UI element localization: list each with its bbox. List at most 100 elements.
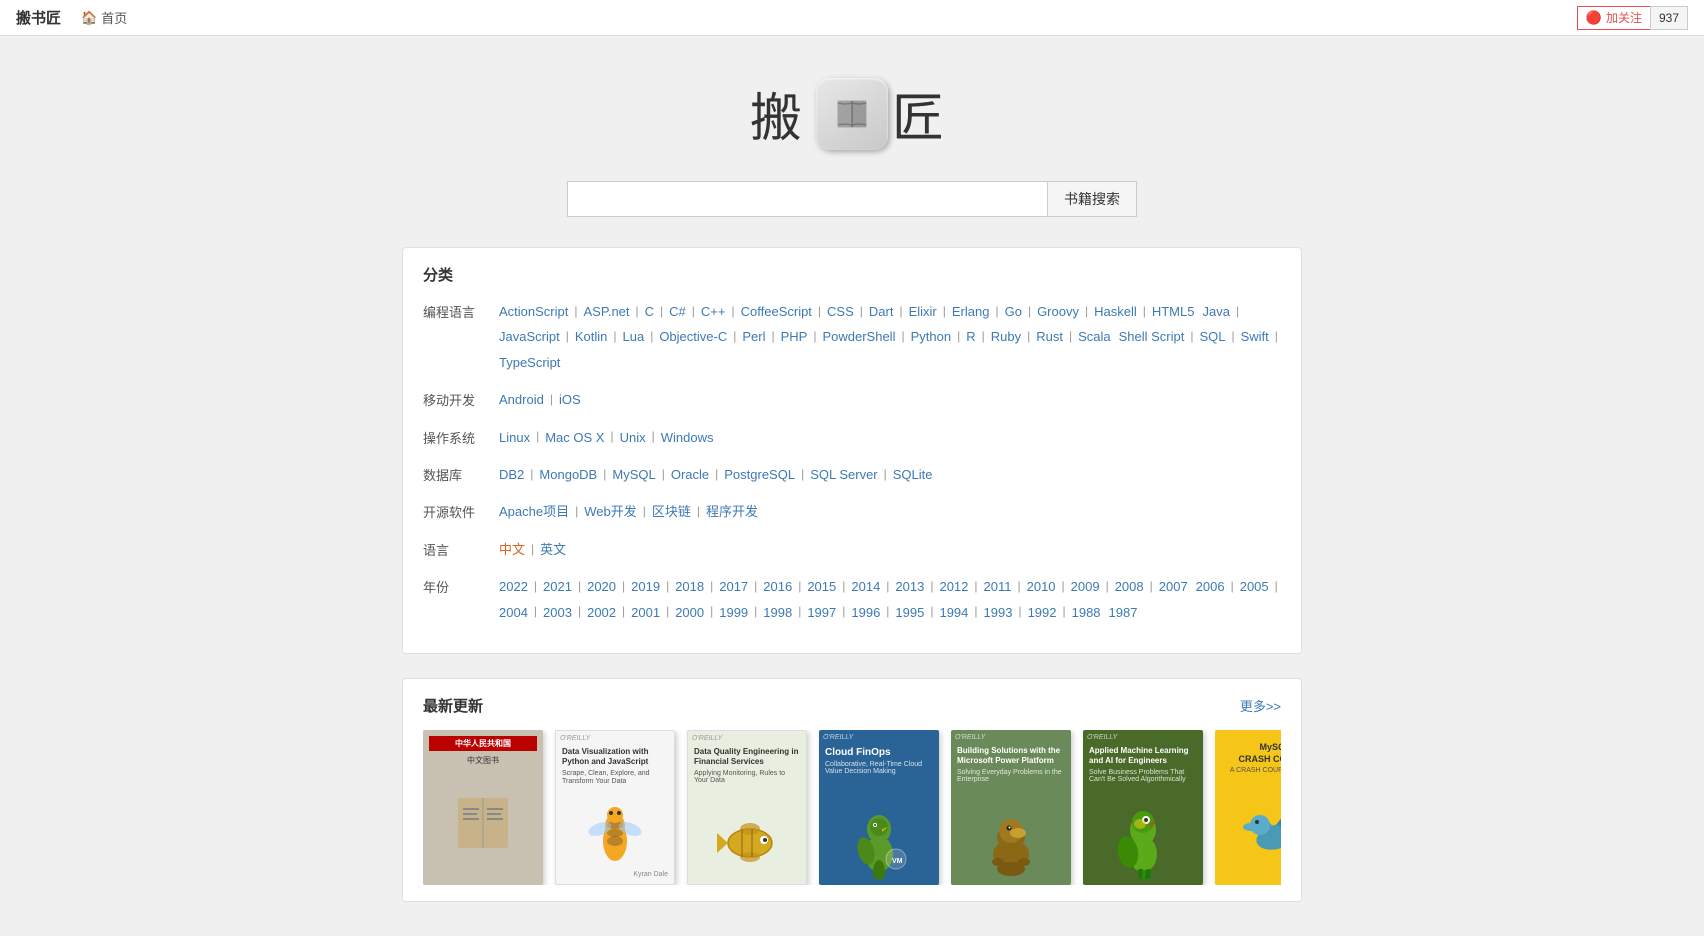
cat-link-1996[interactable]: 1996 [847, 600, 884, 625]
cat-link-ios[interactable]: iOS [555, 387, 585, 412]
cat-link-2007[interactable]: 2007 [1155, 574, 1192, 599]
cat-link-cpp[interactable]: C++ [697, 299, 730, 324]
cat-link-2022[interactable]: 2022 [495, 574, 532, 599]
cat-link-1988[interactable]: 1988 [1068, 600, 1105, 625]
cat-link-2018[interactable]: 2018 [671, 574, 708, 599]
cat-link-2010[interactable]: 2010 [1023, 574, 1060, 599]
top-navigation: 搬书匠 🏠 首页 🔴 加关注 937 [0, 0, 1704, 36]
follow-button[interactable]: 🔴 加关注 [1577, 6, 1650, 30]
cat-link-2017[interactable]: 2017 [715, 574, 752, 599]
cat-link-1997[interactable]: 1997 [803, 600, 840, 625]
book-card-2[interactable]: O'REILLY Data Visualization with Python … [555, 730, 675, 885]
cat-link-db2[interactable]: DB2 [495, 462, 528, 487]
cat-link-html5[interactable]: HTML5 [1148, 299, 1199, 324]
cat-link-macosx[interactable]: Mac OS X [541, 425, 608, 450]
cat-link-lua[interactable]: Lua [618, 324, 648, 349]
cat-link-swift[interactable]: Swift [1237, 324, 1273, 349]
cat-link-2019[interactable]: 2019 [627, 574, 664, 599]
cat-link-2000[interactable]: 2000 [671, 600, 708, 625]
cat-link-2002[interactable]: 2002 [583, 600, 620, 625]
book-card-5[interactable]: O'REILLY Building Solutions with the Mic… [951, 730, 1071, 885]
cat-link-1994[interactable]: 1994 [935, 600, 972, 625]
cat-link-groovy[interactable]: Groovy [1033, 299, 1083, 324]
cat-link-python[interactable]: Python [907, 324, 955, 349]
cat-link-oracle[interactable]: Oracle [667, 462, 713, 487]
cat-link-2016[interactable]: 2016 [759, 574, 796, 599]
oreilly-badge-4: O'REILLY [823, 734, 853, 741]
cat-link-java[interactable]: Java [1198, 299, 1233, 324]
nav-home-link[interactable]: 🏠 首页 [81, 8, 127, 27]
cat-link-2021[interactable]: 2021 [539, 574, 576, 599]
cat-link-typescript[interactable]: TypeScript [495, 350, 564, 375]
cat-link-2006[interactable]: 2006 [1192, 574, 1229, 599]
cat-link-go[interactable]: Go [1001, 299, 1026, 324]
cat-link-haskell[interactable]: Haskell [1090, 299, 1141, 324]
cat-link-coffeescript[interactable]: CoffeeScript [737, 299, 816, 324]
book-card-6[interactable]: O'REILLY Applied Machine Learning and AI… [1083, 730, 1203, 885]
cat-link-1999[interactable]: 1999 [715, 600, 752, 625]
cat-link-erlang[interactable]: Erlang [948, 299, 994, 324]
cat-link-windows[interactable]: Windows [657, 425, 718, 450]
search-input[interactable] [567, 181, 1047, 217]
book-card-7[interactable]: MySQLCRASH COURSE A CRASH COURSE SERIES [1215, 730, 1281, 885]
book-text-1: 中文图书 [429, 755, 537, 766]
cat-link-blockchain[interactable]: 区块链 [648, 499, 695, 524]
cat-link-2003[interactable]: 2003 [539, 600, 576, 625]
cat-link-dart[interactable]: Dart [865, 299, 898, 324]
cat-link-csharp[interactable]: C# [665, 299, 690, 324]
cat-link-objc[interactable]: Objective-C [655, 324, 731, 349]
cat-link-android[interactable]: Android [495, 387, 548, 412]
cat-link-1995[interactable]: 1995 [891, 600, 928, 625]
cat-link-r[interactable]: R [962, 324, 979, 349]
cat-link-1987[interactable]: 1987 [1105, 600, 1142, 625]
cat-link-sqlite[interactable]: SQLite [889, 462, 937, 487]
cat-link-elixir[interactable]: Elixir [905, 299, 941, 324]
cat-link-actionscript[interactable]: ActionScript [495, 299, 572, 324]
book-cover-6: O'REILLY Applied Machine Learning and AI… [1083, 730, 1203, 885]
cat-link-linux[interactable]: Linux [495, 425, 534, 450]
cat-link-english[interactable]: 英文 [536, 537, 570, 562]
cat-link-2004[interactable]: 2004 [495, 600, 532, 625]
search-button[interactable]: 书籍搜索 [1047, 181, 1137, 217]
cat-link-sql[interactable]: SQL [1195, 324, 1229, 349]
cat-link-kotlin[interactable]: Kotlin [571, 324, 612, 349]
cat-link-1992[interactable]: 1992 [1024, 600, 1061, 625]
cat-link-2012[interactable]: 2012 [935, 574, 972, 599]
cat-link-2008[interactable]: 2008 [1111, 574, 1148, 599]
book-subtitle-4: Collaborative, Real-Time Cloud Value Dec… [825, 761, 933, 775]
cat-link-c[interactable]: C [641, 299, 658, 324]
cat-link-2020[interactable]: 2020 [583, 574, 620, 599]
cat-link-mongodb[interactable]: MongoDB [535, 462, 601, 487]
cat-link-2001[interactable]: 2001 [627, 600, 664, 625]
cat-link-scala[interactable]: Scala [1074, 324, 1115, 349]
cat-link-chinese[interactable]: 中文 [495, 537, 529, 562]
cat-link-unix[interactable]: Unix [616, 425, 650, 450]
cat-link-progdev[interactable]: 程序开发 [702, 499, 762, 524]
cat-link-apache[interactable]: Apache项目 [495, 499, 573, 524]
cat-link-rust[interactable]: Rust [1032, 324, 1067, 349]
cat-link-perl[interactable]: Perl [738, 324, 769, 349]
cat-link-shellscript[interactable]: Shell Script [1115, 324, 1189, 349]
cat-link-javascript[interactable]: JavaScript [495, 324, 564, 349]
cat-link-2014[interactable]: 2014 [847, 574, 884, 599]
book-card-1[interactable]: 中华人民共和国 中文图书 [423, 730, 543, 885]
cat-link-1993[interactable]: 1993 [980, 600, 1017, 625]
cat-link-2015[interactable]: 2015 [803, 574, 840, 599]
cat-link-2009[interactable]: 2009 [1067, 574, 1104, 599]
cat-link-postgresql[interactable]: PostgreSQL [720, 462, 799, 487]
cat-link-ruby[interactable]: Ruby [987, 324, 1025, 349]
cat-link-aspnet[interactable]: ASP.net [580, 299, 634, 324]
cat-link-2013[interactable]: 2013 [891, 574, 928, 599]
cat-link-powdershell[interactable]: PowderShell [818, 324, 899, 349]
cat-link-2011[interactable]: 2011 [980, 574, 1016, 599]
cat-link-php[interactable]: PHP [777, 324, 812, 349]
cat-link-webdev[interactable]: Web开发 [580, 499, 641, 524]
book-card-3[interactable]: O'REILLY Data Quality Engineering in Fin… [687, 730, 807, 885]
cat-link-1998[interactable]: 1998 [759, 600, 796, 625]
cat-link-mysql[interactable]: MySQL [608, 462, 659, 487]
cat-link-css[interactable]: CSS [823, 299, 858, 324]
cat-link-sqlserver[interactable]: SQL Server [806, 462, 881, 487]
book-card-4[interactable]: O'REILLY Cloud FinOps Collaborative, Rea… [819, 730, 939, 885]
more-link[interactable]: 更多>> [1240, 696, 1281, 715]
cat-link-2005[interactable]: 2005 [1236, 574, 1273, 599]
